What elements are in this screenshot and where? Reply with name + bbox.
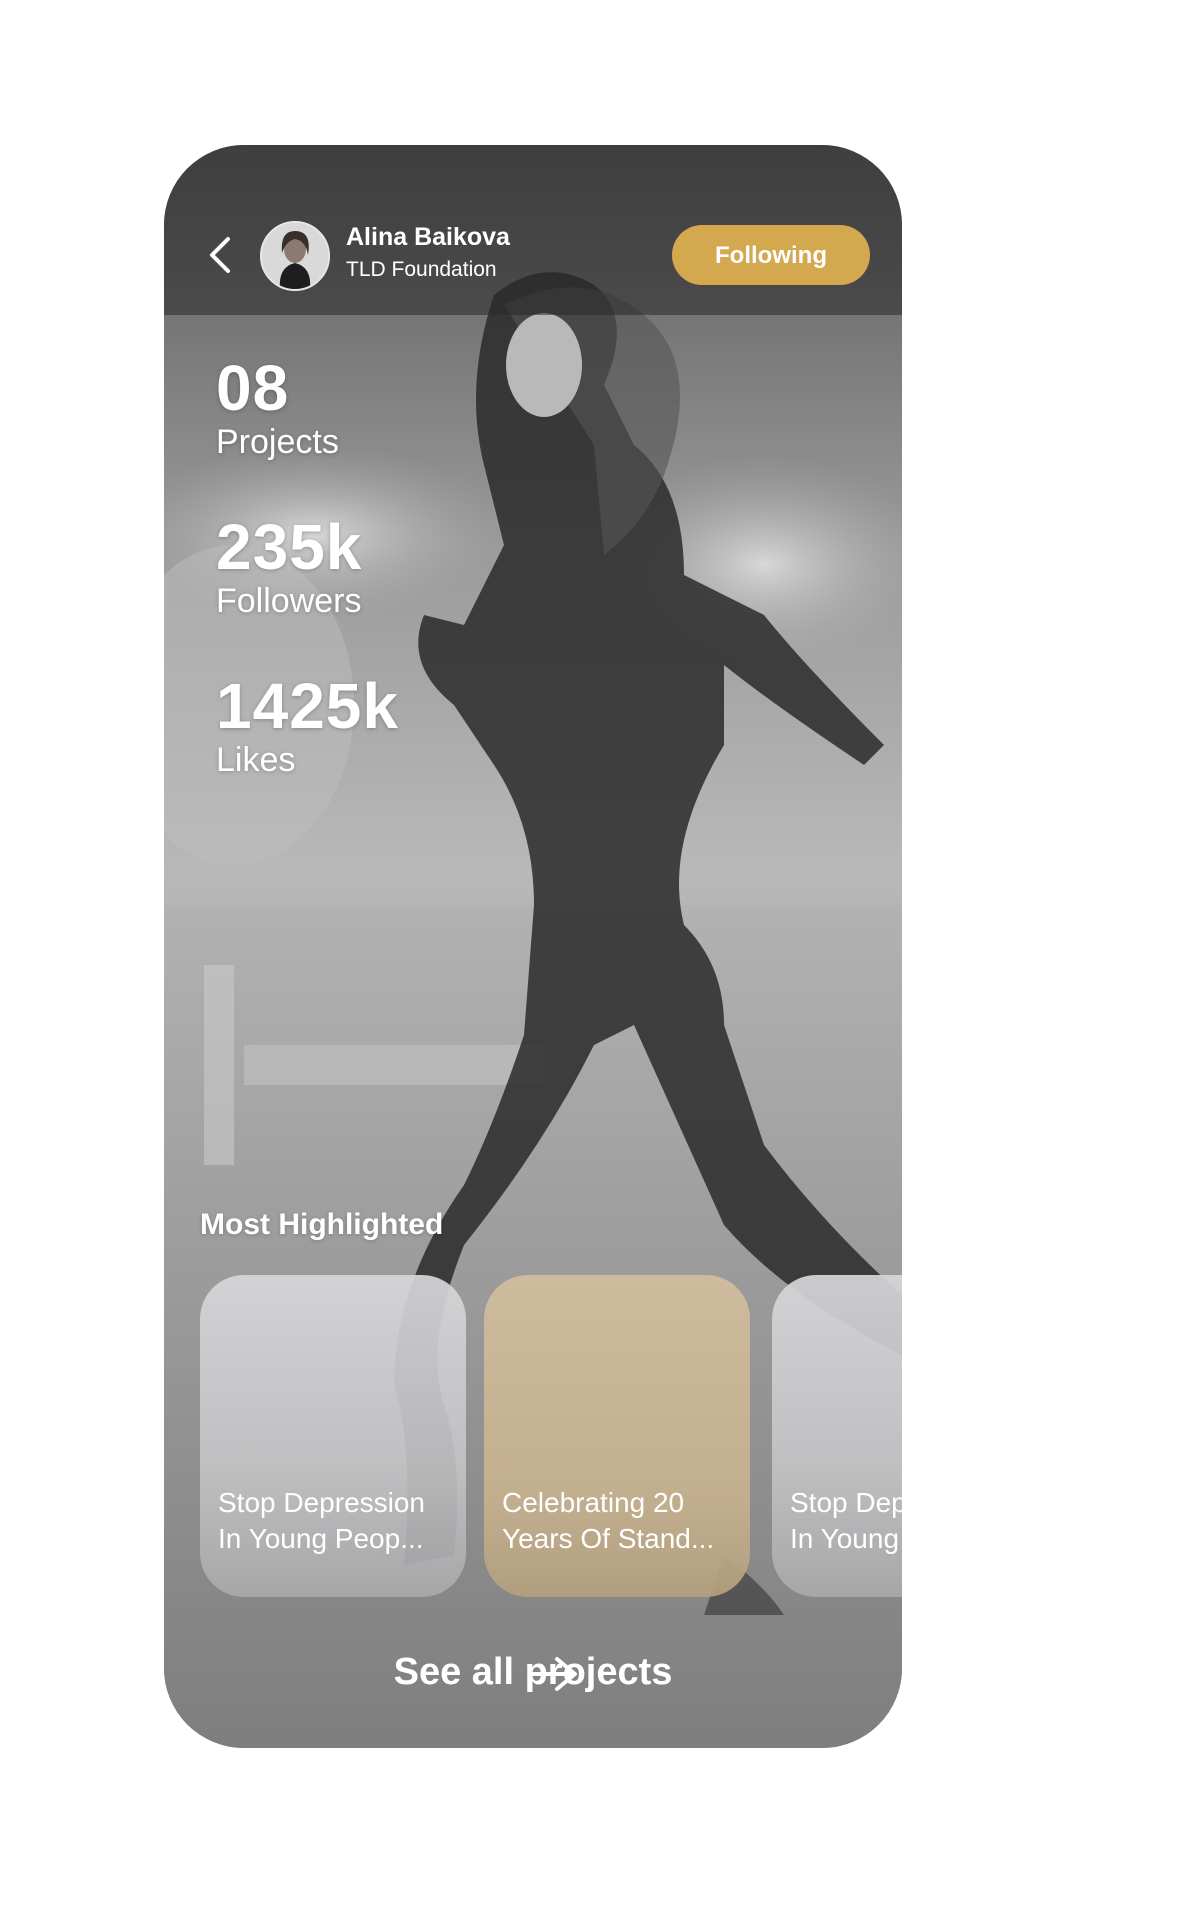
user-name: Alina Baikova: [346, 223, 510, 251]
stat-value: 235k: [216, 511, 363, 583]
stat-label: Likes: [216, 741, 296, 779]
phone-screen: Alina Baikova TLD Foundation Following 0…: [164, 145, 902, 1748]
stat-value: 08: [216, 352, 290, 424]
most-highlighted-title: Most Highlighted: [200, 1208, 444, 1241]
highlighted-card[interactable]: Celebrating 20 Years Of Stand...: [484, 1275, 750, 1597]
avatar-photo-icon: [262, 223, 328, 289]
stat-followers: 235k Followers: [216, 512, 362, 620]
see-all-wrap: See all projects: [394, 1651, 673, 1694]
card-title-line: Years Of Stand...: [502, 1523, 715, 1554]
card-title: Stop Depression In Young Peop...: [218, 1485, 453, 1557]
back-chevron-icon[interactable]: [204, 233, 236, 277]
highlighted-carousel[interactable]: Stop Depression In Young Peop... Celebra…: [200, 1275, 902, 1597]
card-title-line: Stop Depression: [790, 1487, 902, 1518]
stat-likes: 1425k Likes: [216, 671, 399, 779]
stat-label: Followers: [216, 582, 362, 620]
avatar[interactable]: [260, 221, 330, 291]
page: Alina Baikova TLD Foundation Following 0…: [0, 0, 1190, 1922]
highlighted-card[interactable]: Stop Depression In Young Peop...: [772, 1275, 902, 1597]
card-title-line: In Young Peop...: [790, 1523, 902, 1554]
card-title: Celebrating 20 Years Of Stand...: [502, 1485, 737, 1557]
highlighted-card[interactable]: Stop Depression In Young Peop...: [200, 1275, 466, 1597]
card-title-line: In Young Peop...: [218, 1523, 424, 1554]
card-title-line: Stop Depression: [218, 1487, 426, 1518]
card-title: Stop Depression In Young Peop...: [790, 1485, 902, 1557]
following-button[interactable]: Following: [672, 225, 870, 285]
arrow-right-icon: [530, 1657, 577, 1691]
stat-value: 1425k: [216, 670, 399, 742]
user-organization: TLD Foundation: [346, 258, 497, 281]
stat-projects: 08 Projects: [216, 353, 339, 461]
card-title-line: Celebrating 20: [502, 1487, 685, 1518]
see-all-projects-link[interactable]: See all projects: [164, 1651, 902, 1694]
stat-label: Projects: [216, 423, 339, 461]
